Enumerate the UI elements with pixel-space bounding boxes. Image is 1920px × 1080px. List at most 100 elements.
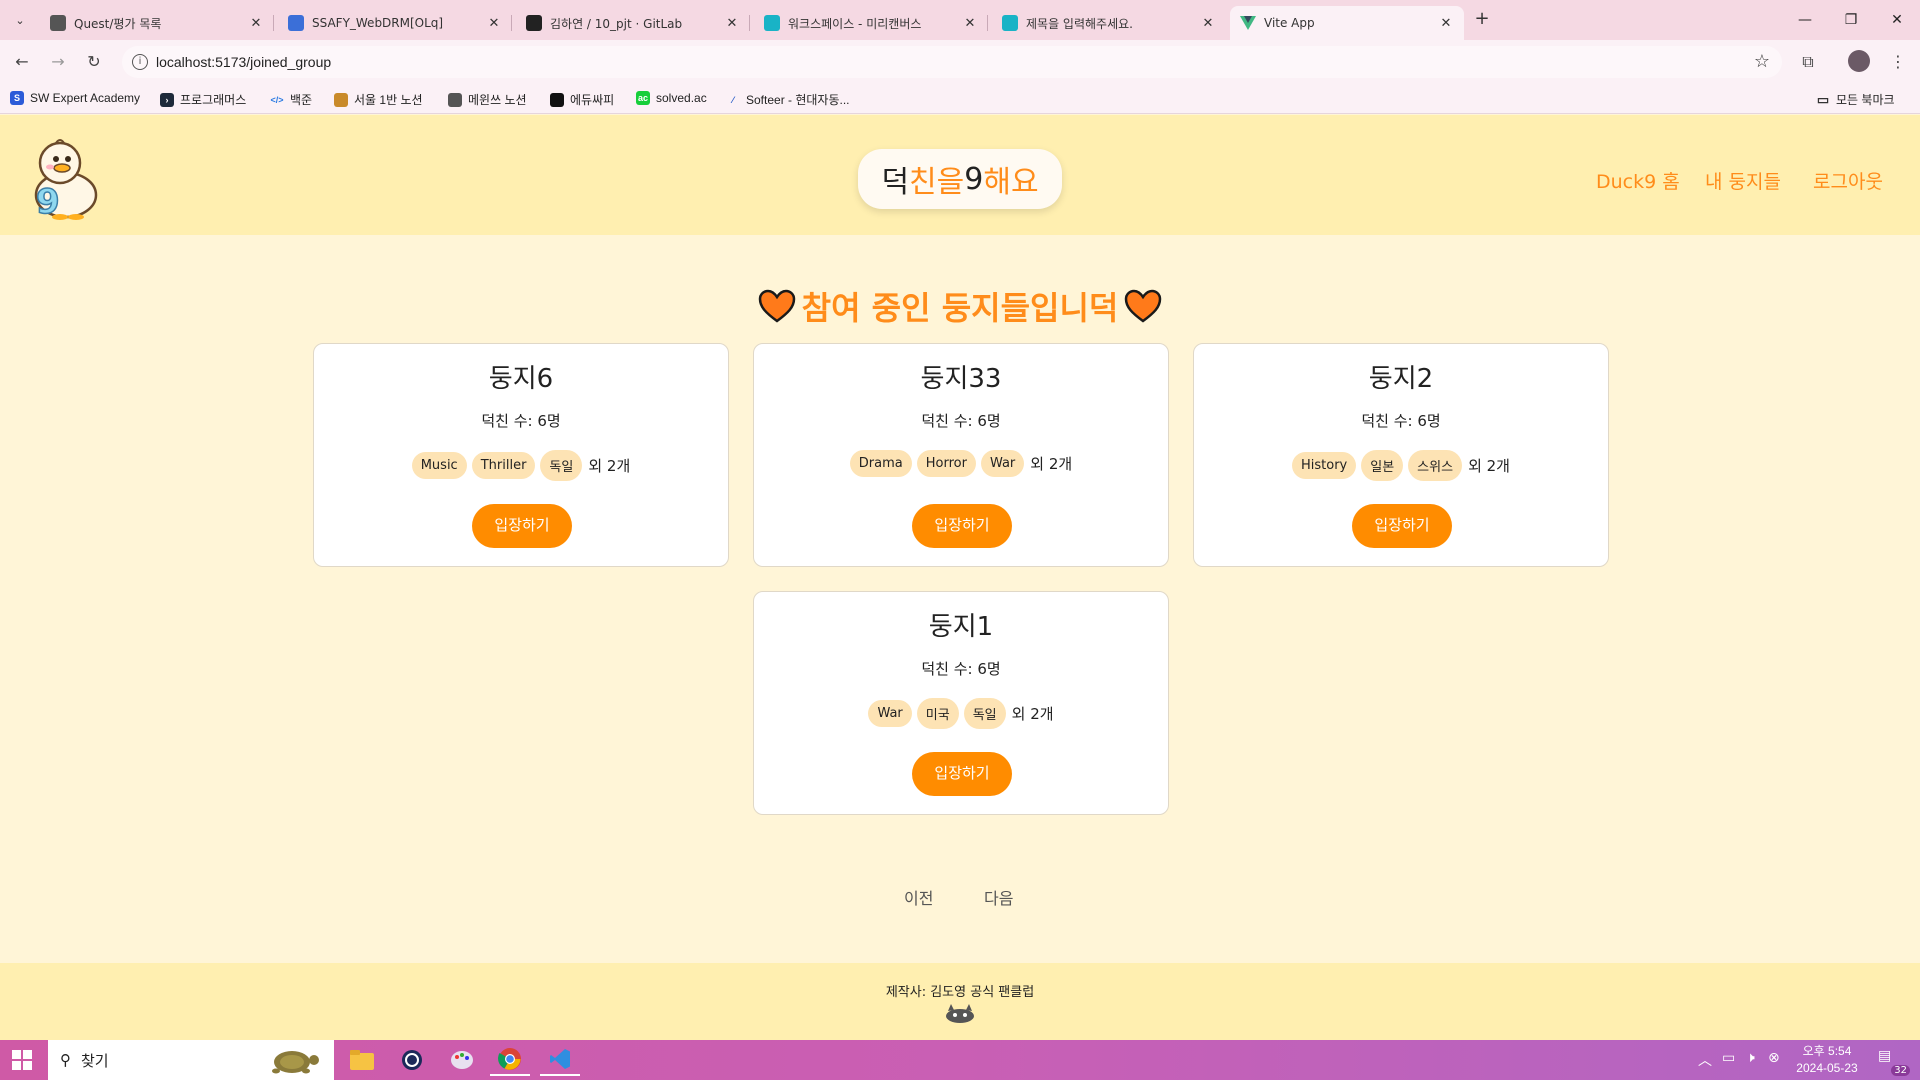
bookmark-programmers[interactable]: › 프로그래머스: [160, 91, 246, 108]
tab-title: 김하연 / 10_pjt · GitLab: [550, 16, 683, 31]
heart-icon: [758, 289, 795, 323]
search-placeholder: 찾기: [81, 1051, 109, 1070]
folder-icon: ▭: [1816, 91, 1830, 107]
tab-untitled[interactable]: 제목을 입력해주세요. ✕: [992, 6, 1226, 40]
enter-button[interactable]: 입장하기: [472, 504, 572, 548]
address-bar[interactable]: i localhost:5173/joined_group ☆: [122, 46, 1782, 78]
bookmark-baekjoon[interactable]: </> 백준: [270, 91, 312, 108]
reload-icon[interactable]: ↻: [82, 50, 106, 74]
paint-icon[interactable]: [442, 1044, 482, 1076]
network-icon[interactable]: ▭: [1722, 1050, 1735, 1066]
group-tags: History 일본 스위스 외 2개: [1194, 450, 1608, 481]
duck-logo-icon[interactable]: 9: [26, 135, 102, 221]
tab-miricanvas-workspace[interactable]: 워크스페이스 - 미리캔버스 ✕: [754, 6, 988, 40]
medal-icon: [334, 92, 348, 107]
bookmark-label: 프로그래머스: [180, 93, 247, 107]
page-heading: 참여 중인 둥지들입니덕: [0, 283, 1920, 329]
restore-icon[interactable]: ❐: [1828, 0, 1874, 40]
tab-separator: [511, 15, 512, 31]
swea-icon: S: [10, 91, 24, 105]
tab-quest[interactable]: Quest/평가 목록 ✕: [40, 6, 274, 40]
new-tab-icon[interactable]: +: [1470, 8, 1494, 32]
volume-icon[interactable]: 🕨: [1746, 1050, 1755, 1066]
brand-part: 9: [964, 161, 984, 197]
bookmark-mewins-notion[interactable]: 메윈쓰 노션: [448, 91, 527, 108]
tab-title: SSAFY_WebDRM[OLq]: [312, 16, 444, 30]
tag: Drama: [849, 450, 912, 477]
more-tags-count: 외 2개: [1468, 457, 1510, 475]
tab-favicon-icon: [288, 15, 304, 31]
group-name: 둥지6: [488, 364, 554, 394]
nav-my-nests-link[interactable]: 내 둥지들: [1705, 167, 1781, 194]
next-page-button[interactable]: 다음: [984, 885, 1013, 909]
vue-logo-icon: [1240, 15, 1256, 31]
taskbar-search[interactable]: ⚲ 찾기: [48, 1040, 334, 1080]
tab-webdrm[interactable]: SSAFY_WebDRM[OLq] ✕: [278, 6, 512, 40]
tab-title: Vite App: [1264, 16, 1315, 30]
mute-status-icon[interactable]: ⊗: [1768, 1050, 1780, 1066]
close-window-icon[interactable]: ✕: [1874, 0, 1920, 40]
tag: War: [980, 450, 1025, 477]
close-tab-icon[interactable]: ✕: [1200, 16, 1216, 31]
tab-vite-app[interactable]: Vite App ✕: [1230, 6, 1464, 40]
brand-part: 해요: [983, 165, 1039, 200]
solvedac-icon: ac: [636, 91, 650, 105]
bookmark-solvedac[interactable]: ac solved.ac: [636, 91, 707, 105]
close-tab-icon[interactable]: ✕: [1438, 16, 1454, 31]
tag: 일본: [1361, 450, 1404, 481]
windows-start-icon[interactable]: [12, 1050, 32, 1070]
tab-favicon-icon: [526, 15, 542, 31]
bookmark-star-icon[interactable]: ☆: [1754, 51, 1770, 72]
tag: 독일: [540, 450, 583, 481]
back-icon[interactable]: ←: [10, 50, 34, 74]
file-explorer-icon[interactable]: [342, 1044, 382, 1076]
heart-icon: [1125, 289, 1162, 323]
chrome-menu-icon[interactable]: ⋮: [1886, 50, 1910, 74]
bookmark-seoul-notion[interactable]: 서울 1반 노션: [334, 91, 423, 108]
enter-button[interactable]: 입장하기: [1352, 504, 1452, 548]
notification-icon: ▤: [1878, 1048, 1892, 1064]
vscode-icon[interactable]: [540, 1044, 580, 1076]
tab-favicon-icon: [1002, 15, 1018, 31]
group-tags: War 미국 독일 외 2개: [754, 698, 1168, 729]
more-tags-count: 외 2개: [588, 457, 631, 475]
close-tab-icon[interactable]: ✕: [486, 16, 502, 31]
tag: War: [868, 700, 912, 727]
tab-search-icon[interactable]: ⌄: [8, 8, 32, 32]
close-tab-icon[interactable]: ✕: [724, 16, 740, 31]
extensions-icon[interactable]: ⧉: [1796, 50, 1820, 74]
nav-home-link[interactable]: Duck9 홈: [1596, 167, 1680, 194]
forward-icon[interactable]: →: [46, 50, 70, 74]
app-ring-icon[interactable]: [392, 1044, 432, 1076]
tab-title: Quest/평가 목록: [74, 16, 162, 31]
tray-expand-icon[interactable]: ︿: [1698, 1050, 1712, 1070]
brand-title[interactable]: 덕 친을 9 해요: [858, 149, 1062, 209]
minimize-icon[interactable]: —: [1782, 0, 1828, 40]
taskbar-clock[interactable]: 오후 5:54 2024-05-23: [1784, 1043, 1870, 1077]
enter-button[interactable]: 입장하기: [912, 504, 1012, 548]
enter-button[interactable]: 입장하기: [912, 752, 1012, 796]
bookmark-edussafy[interactable]: 에듀싸피: [550, 91, 614, 108]
group-name: 둥지2: [1368, 364, 1434, 394]
close-tab-icon[interactable]: ✕: [248, 16, 264, 31]
tag: Horror: [916, 450, 976, 477]
group-member-count: 덕친 수: 6명: [921, 660, 1001, 678]
tab-separator: [273, 15, 274, 31]
tag: 독일: [963, 698, 1006, 729]
bookmark-label: Softeer - 현대자동...: [746, 93, 850, 107]
url-text[interactable]: localhost:5173/joined_group: [156, 54, 331, 70]
tag: Thriller: [471, 452, 536, 479]
profile-avatar-icon[interactable]: [1848, 50, 1870, 72]
tag: 스위스: [1408, 450, 1463, 481]
tab-gitlab[interactable]: 김하연 / 10_pjt · GitLab ✕: [516, 6, 750, 40]
bookmark-swea[interactable]: S SW Expert Academy: [10, 91, 140, 105]
close-tab-icon[interactable]: ✕: [962, 16, 978, 31]
bookmark-softeer[interactable]: ⁄ Softeer - 현대자동...: [726, 91, 850, 108]
prev-page-button[interactable]: 이전: [904, 885, 933, 909]
chrome-icon[interactable]: [490, 1044, 530, 1076]
site-info-icon[interactable]: i: [132, 54, 148, 70]
notification-center[interactable]: ▤ 32: [1878, 1048, 1910, 1076]
nav-logout-link[interactable]: 로그아웃: [1813, 167, 1883, 194]
all-bookmarks-button[interactable]: ▭ 모든 북마크: [1816, 91, 1895, 108]
tab-title: 워크스페이스 - 미리캔버스: [788, 16, 922, 31]
